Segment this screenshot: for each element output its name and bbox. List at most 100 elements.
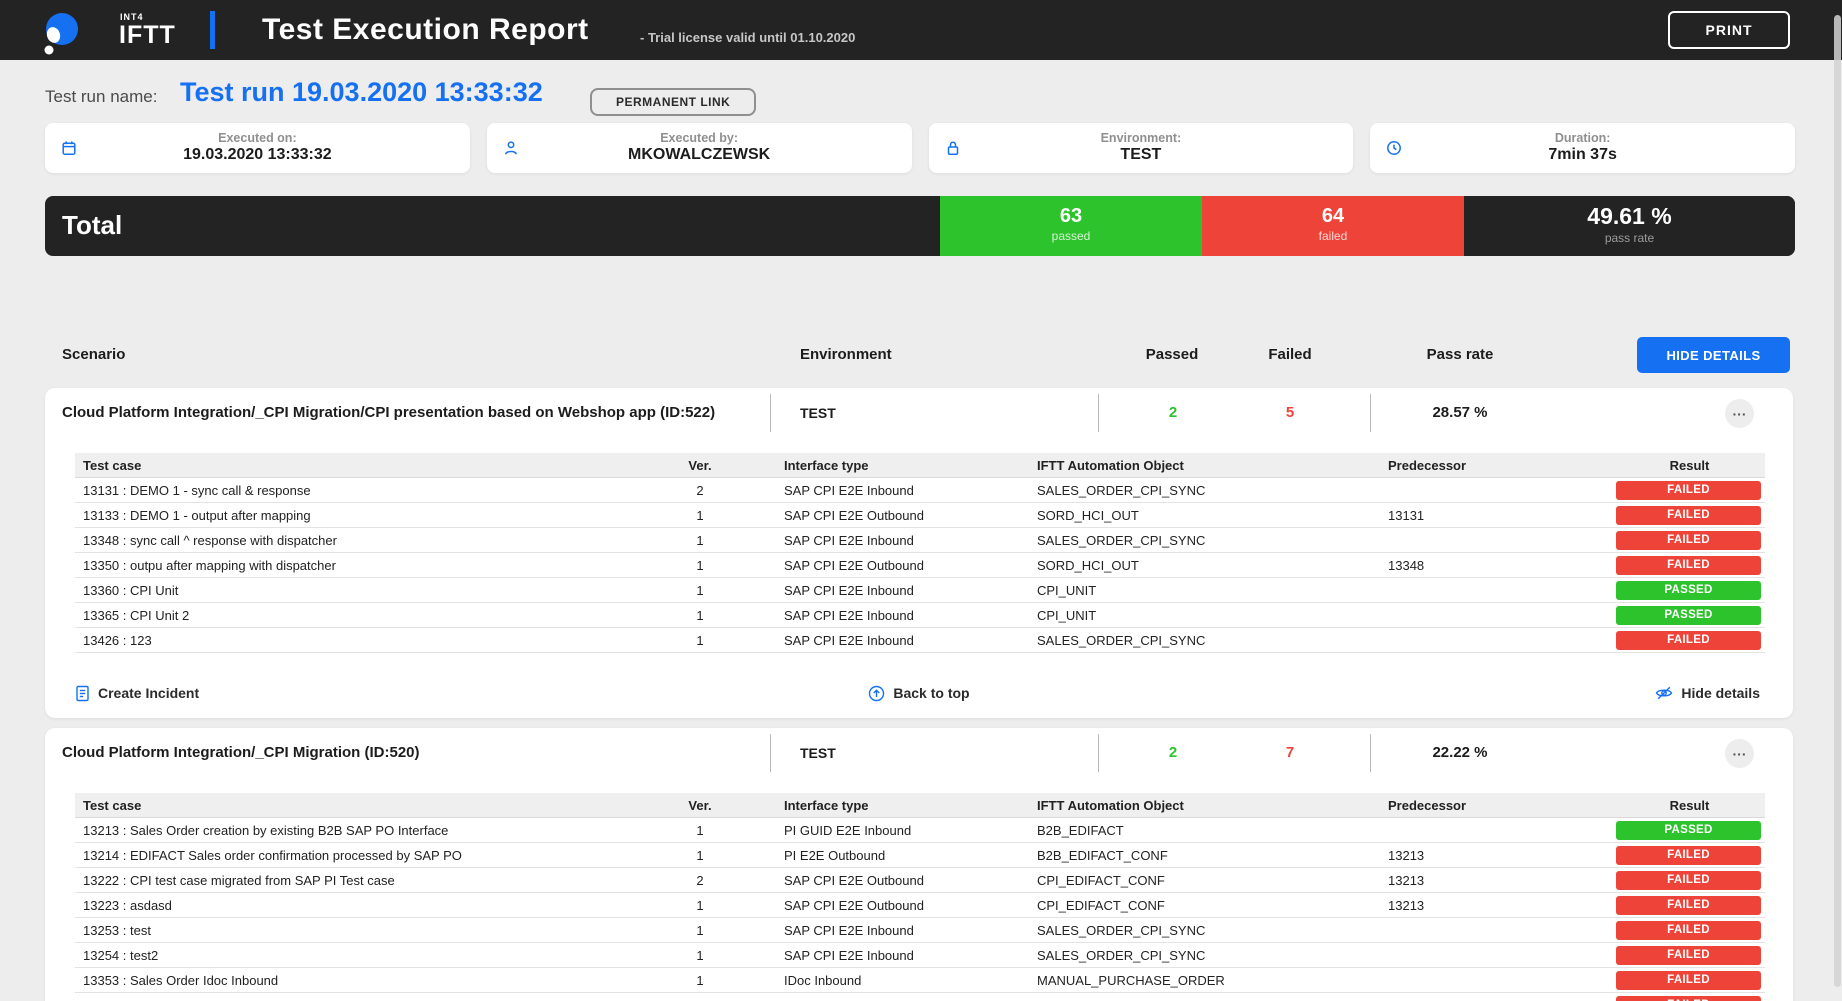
- test-case-row: FAILED: [75, 993, 1765, 1001]
- test-case-result-cell: FAILED: [1614, 871, 1765, 890]
- total-passed-segment: 63 passed: [940, 196, 1202, 256]
- hide-details-label: Hide details: [1681, 685, 1760, 701]
- test-case-row: 13426 : 123 1 SAP CPI E2E Inbound SALES_…: [75, 628, 1765, 653]
- scenario-more-menu-button[interactable]: ···: [1725, 399, 1754, 428]
- test-case-name-cell: 13254 : test2: [75, 948, 655, 963]
- column-environment: Environment: [800, 337, 892, 373]
- divider: [1098, 734, 1099, 772]
- test-case-name-cell: 13353 : Sales Order Idoc Inbound: [75, 973, 655, 988]
- test-case-name-cell: 13214 : EDIFACT Sales order confirmation…: [75, 848, 655, 863]
- total-pass-rate-value: 49.61 %: [1464, 203, 1795, 230]
- scenario-more-menu-button[interactable]: ···: [1725, 739, 1754, 768]
- test-case-name-cell: 13213 : Sales Order creation by existing…: [75, 823, 655, 838]
- test-case-ver-cell: 2: [655, 483, 745, 498]
- test-case-interface-cell: SAP CPI E2E Inbound: [745, 633, 1032, 648]
- result-badge: FAILED: [1616, 896, 1761, 915]
- test-case-row: 13133 : DEMO 1 - output after mapping 1 …: [75, 503, 1765, 528]
- test-run-name-value: Test run 19.03.2020 13:33:32: [180, 77, 543, 108]
- duration-value: 7min 37s: [1370, 146, 1795, 164]
- logo-mark-icon: [36, 8, 114, 60]
- test-case-automation-cell: B2B_EDIFACT: [1032, 823, 1383, 838]
- col-test-case: Test case: [75, 458, 655, 473]
- scenario-footer: Create Incident Back to top Hide details: [45, 675, 1793, 711]
- test-case-table: Test case Ver. Interface type IFTT Autom…: [75, 793, 1765, 1001]
- top-bar: INT4 IFTT Test Execution Report - Trial …: [0, 0, 1842, 60]
- result-badge: PASSED: [1616, 821, 1761, 840]
- result-badge: FAILED: [1616, 631, 1761, 650]
- test-case-result-cell: FAILED: [1614, 506, 1765, 525]
- header-blue-divider: [210, 11, 215, 49]
- test-case-predecessor-cell: 13348: [1383, 558, 1614, 573]
- scenario-list-header: Scenario Environment Passed Failed Pass …: [0, 337, 1842, 373]
- test-case-predecessor-cell: 13131: [1383, 508, 1614, 523]
- test-case-result-cell: PASSED: [1614, 606, 1765, 625]
- test-case-interface-cell: SAP CPI E2E Outbound: [745, 873, 1032, 888]
- divider: [770, 734, 771, 772]
- test-case-result-cell: FAILED: [1614, 631, 1765, 650]
- scenario-passed-count: 2: [1123, 404, 1223, 421]
- test-case-automation-cell: SALES_ORDER_CPI_SYNC: [1032, 948, 1383, 963]
- col-predecessor: Predecessor: [1383, 798, 1614, 813]
- col-result: Result: [1614, 798, 1765, 813]
- scenario-pass-rate: 28.57 %: [1375, 404, 1545, 421]
- hide-details-link[interactable]: Hide details: [1655, 675, 1760, 711]
- test-case-automation-cell: SALES_ORDER_CPI_SYNC: [1032, 633, 1383, 648]
- test-case-result-cell: FAILED: [1614, 971, 1765, 990]
- test-case-interface-cell: SAP CPI E2E Outbound: [745, 508, 1032, 523]
- test-case-table: Test case Ver. Interface type IFTT Autom…: [75, 453, 1765, 653]
- divider: [1370, 394, 1371, 432]
- col-automation-object: IFTT Automation Object: [1032, 458, 1383, 473]
- total-passed-count: 63: [940, 205, 1202, 228]
- test-case-automation-cell: SALES_ORDER_CPI_SYNC: [1032, 923, 1383, 938]
- test-case-name-cell: 13222 : CPI test case migrated from SAP …: [75, 873, 655, 888]
- test-case-row: 13348 : sync call ^ response with dispat…: [75, 528, 1765, 553]
- total-label: Total: [62, 210, 122, 241]
- test-case-result-cell: FAILED: [1614, 996, 1765, 1001]
- total-pass-rate-label: pass rate: [1464, 231, 1795, 245]
- test-case-name-cell: 13223 : asdasd: [75, 898, 655, 913]
- hide-details-button[interactable]: HIDE DETAILS: [1637, 337, 1790, 373]
- scrollbar-thumb[interactable]: [1834, 15, 1841, 987]
- back-to-top-icon: [868, 685, 885, 702]
- total-pass-rate-segment: 49.61 % pass rate: [1464, 196, 1795, 256]
- test-case-result-cell: FAILED: [1614, 481, 1765, 500]
- result-badge: FAILED: [1616, 531, 1761, 550]
- test-case-ver-cell: 1: [655, 533, 745, 548]
- total-failed-count: 64: [1202, 205, 1464, 228]
- test-case-interface-cell: PI GUID E2E Inbound: [745, 823, 1032, 838]
- result-badge: FAILED: [1616, 946, 1761, 965]
- back-to-top-label: Back to top: [893, 685, 969, 701]
- test-run-name-label: Test run name:: [45, 87, 157, 107]
- result-badge: FAILED: [1616, 846, 1761, 865]
- scenario-failed-count: 5: [1240, 404, 1340, 421]
- col-test-case: Test case: [75, 798, 655, 813]
- test-case-result-cell: FAILED: [1614, 946, 1765, 965]
- total-passed-label: passed: [940, 229, 1202, 243]
- print-button[interactable]: PRINT: [1668, 11, 1790, 49]
- test-case-interface-cell: SAP CPI E2E Inbound: [745, 923, 1032, 938]
- test-case-result-cell: FAILED: [1614, 896, 1765, 915]
- col-automation-object: IFTT Automation Object: [1032, 798, 1383, 813]
- test-case-automation-cell: CPI_EDIFACT_CONF: [1032, 898, 1383, 913]
- total-summary-bar: Total 63 passed 64 failed 49.61 % pass r…: [45, 196, 1795, 256]
- col-interface-type: Interface type: [745, 458, 1032, 473]
- test-case-interface-cell: SAP CPI E2E Inbound: [745, 483, 1032, 498]
- result-badge: PASSED: [1616, 581, 1761, 600]
- duration-label: Duration:: [1370, 131, 1795, 145]
- result-badge: FAILED: [1616, 556, 1761, 575]
- col-ver: Ver.: [655, 798, 745, 813]
- test-case-row: 13222 : CPI test case migrated from SAP …: [75, 868, 1765, 893]
- test-run-row: Test run name: Test run 19.03.2020 13:33…: [0, 60, 1842, 115]
- back-to-top-link[interactable]: Back to top: [45, 675, 1793, 711]
- test-case-name-cell: 13253 : test: [75, 923, 655, 938]
- license-note: - Trial license valid until 01.10.2020: [640, 30, 855, 45]
- executed-by-value: MKOWALCZEWSK: [487, 146, 912, 164]
- permanent-link-button[interactable]: PERMANENT LINK: [590, 88, 756, 116]
- executed-on-label: Executed on:: [45, 131, 470, 145]
- test-case-name-cell: 13133 : DEMO 1 - output after mapping: [75, 508, 655, 523]
- test-case-interface-cell: PI E2E Outbound: [745, 848, 1032, 863]
- test-case-row: 13365 : CPI Unit 2 1 SAP CPI E2E Inbound…: [75, 603, 1765, 628]
- executed-by-card: Executed by: MKOWALCZEWSK: [487, 123, 912, 173]
- test-case-ver-cell: 1: [655, 848, 745, 863]
- test-case-table-header: Test case Ver. Interface type IFTT Autom…: [75, 793, 1765, 818]
